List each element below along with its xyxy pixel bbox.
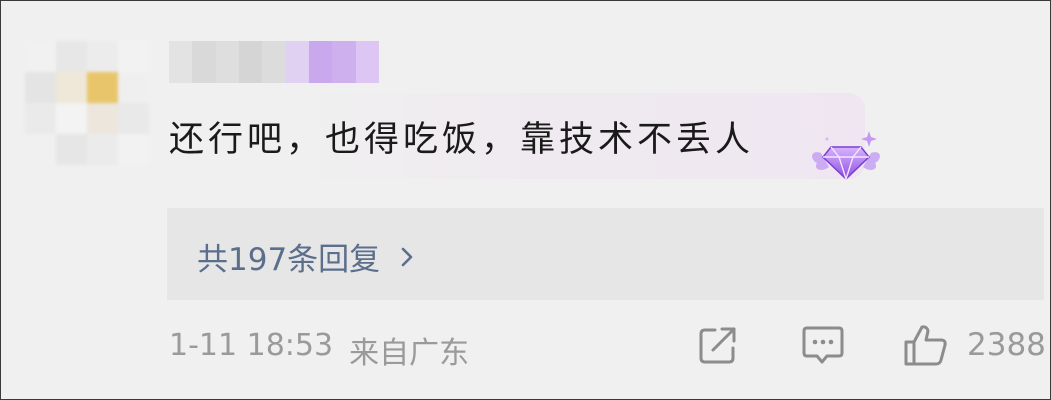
replies-section: 共197条回复 <box>167 208 1044 300</box>
comment-icon <box>802 326 844 364</box>
share-icon <box>699 327 736 364</box>
comment-time: 1-11 18:53 <box>169 328 334 363</box>
thumbs-up-icon <box>904 325 947 366</box>
replies-count-label: 共197条回复 <box>197 242 381 278</box>
avatar[interactable] <box>25 41 149 165</box>
comment-button[interactable] <box>801 323 845 367</box>
comment-card: 还行吧，也得吃饭，靠技术不丢人 共197条回复 1-11 18:53 来自广东 <box>0 0 1051 400</box>
like-button[interactable]: 2388 <box>903 323 1046 367</box>
like-count: 2388 <box>967 327 1046 363</box>
diamond-wings-badge-icon <box>812 131 880 182</box>
chevron-right-icon <box>401 247 413 266</box>
username-blurred[interactable] <box>169 41 379 83</box>
comment-meta: 1-11 18:53 来自广东 <box>169 328 469 372</box>
comment-text: 还行吧，也得吃饭，靠技术不丢人 <box>169 120 755 160</box>
share-button[interactable] <box>697 323 739 367</box>
view-replies-link[interactable]: 共197条回复 <box>197 234 416 279</box>
comment-location: 来自广东 <box>349 336 470 371</box>
